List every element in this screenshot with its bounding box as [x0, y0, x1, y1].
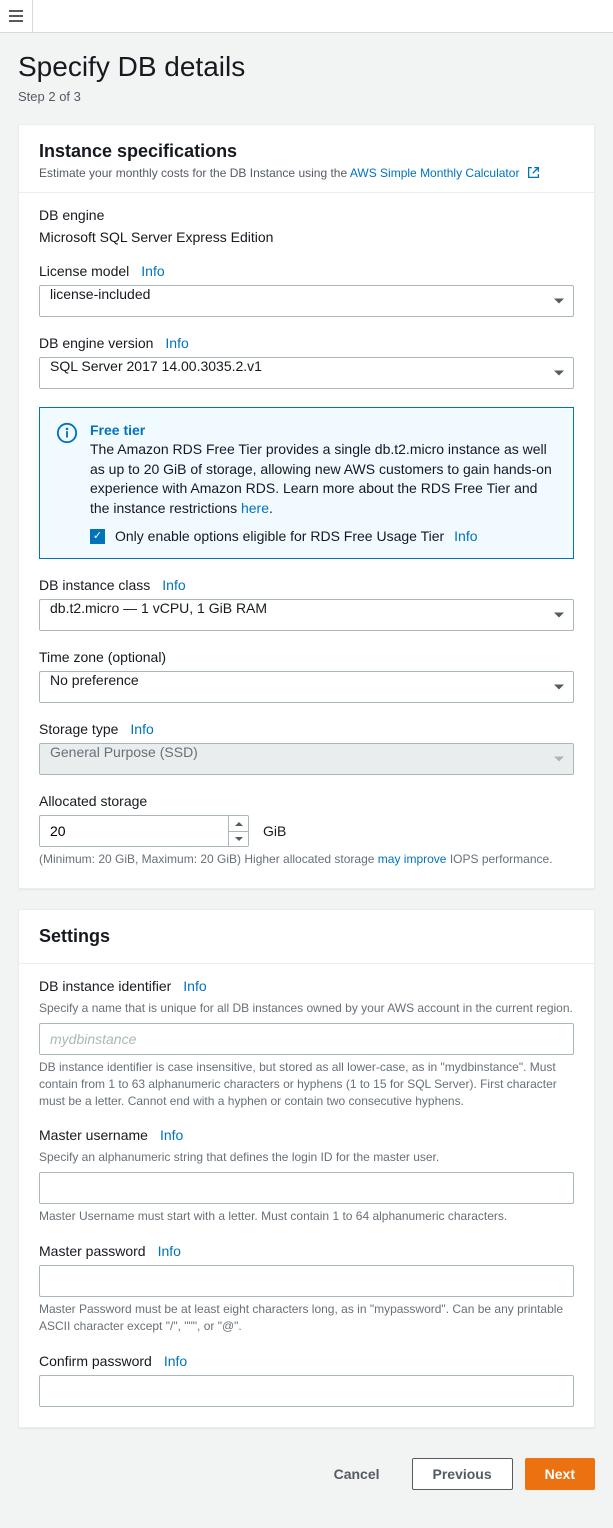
- step-indicator: Step 2 of 3: [18, 89, 595, 104]
- identifier-help: DB instance identifier is case insensiti…: [39, 1059, 574, 1109]
- may-improve-link[interactable]: may improve: [378, 852, 447, 866]
- free-tier-checkbox[interactable]: ✓: [90, 529, 105, 544]
- free-tier-checkbox-info-link[interactable]: Info: [454, 528, 477, 544]
- calculator-link[interactable]: AWS Simple Monthly Calculator: [350, 166, 520, 180]
- license-info-link[interactable]: Info: [141, 263, 164, 279]
- free-tier-title: Free tier: [90, 422, 557, 438]
- next-button[interactable]: Next: [525, 1458, 595, 1490]
- menu-button[interactable]: [0, 0, 33, 33]
- settings-title: Settings: [39, 926, 574, 947]
- external-link-icon: [527, 166, 540, 179]
- instance-class-label: DB instance class: [39, 577, 150, 593]
- cost-estimate-text: Estimate your monthly costs for the DB I…: [39, 166, 350, 180]
- allocated-help-text1: (Minimum: 20 GiB, Maximum: 20 GiB) Highe…: [39, 852, 378, 866]
- footer-actions: Cancel Previous Next: [18, 1448, 595, 1510]
- username-input[interactable]: [39, 1172, 574, 1204]
- cancel-button[interactable]: Cancel: [314, 1458, 400, 1490]
- engine-version-label: DB engine version: [39, 335, 153, 351]
- password-help: Master Password must be at least eight c…: [39, 1301, 574, 1335]
- stepper-up-button[interactable]: [229, 816, 248, 832]
- free-tier-desc: The Amazon RDS Free Tier provides a sing…: [90, 441, 552, 516]
- settings-panel: Settings DB instance identifier Info Spe…: [18, 909, 595, 1427]
- license-model-select[interactable]: license-included: [39, 285, 574, 317]
- instance-class-select[interactable]: db.t2.micro — 1 vCPU, 1 GiB RAM: [39, 599, 574, 631]
- triangle-down-icon: [235, 837, 243, 841]
- triangle-up-icon: [235, 822, 243, 826]
- top-bar: [0, 0, 613, 33]
- identifier-label: DB instance identifier: [39, 978, 171, 994]
- instance-spec-panel: Instance specifications Estimate your mo…: [18, 124, 595, 889]
- identifier-desc: Specify a name that is unique for all DB…: [39, 1000, 574, 1017]
- username-help: Master Username must start with a letter…: [39, 1208, 574, 1225]
- instance-spec-title: Instance specifications: [39, 141, 574, 162]
- page-title: Specify DB details: [18, 51, 595, 83]
- info-icon: [56, 422, 78, 444]
- allocated-storage-label: Allocated storage: [39, 793, 147, 809]
- identifier-input[interactable]: [39, 1023, 574, 1055]
- confirm-password-label: Confirm password: [39, 1353, 152, 1369]
- free-tier-checkbox-label: Only enable options eligible for RDS Fre…: [115, 528, 444, 544]
- instance-spec-subtitle: Estimate your monthly costs for the DB I…: [39, 166, 574, 180]
- previous-button[interactable]: Previous: [412, 1458, 513, 1490]
- allocated-storage-help: (Minimum: 20 GiB, Maximum: 20 GiB) Highe…: [39, 851, 574, 868]
- engine-version-info-link[interactable]: Info: [165, 335, 188, 351]
- free-tier-text: The Amazon RDS Free Tier provides a sing…: [90, 440, 557, 518]
- username-label: Master username: [39, 1127, 148, 1143]
- password-info-link[interactable]: Info: [158, 1243, 181, 1259]
- timezone-select[interactable]: No preference: [39, 671, 574, 703]
- instance-class-info-link[interactable]: Info: [162, 577, 185, 593]
- storage-type-select: General Purpose (SSD): [39, 743, 574, 775]
- db-engine-value: Microsoft SQL Server Express Edition: [39, 229, 574, 245]
- timezone-label: Time zone (optional): [39, 649, 166, 665]
- hamburger-icon: [9, 10, 23, 22]
- allocated-help-text2: IOPS performance.: [446, 852, 552, 866]
- db-engine-label: DB engine: [39, 207, 574, 223]
- confirm-password-input[interactable]: [39, 1375, 574, 1407]
- free-tier-info-box: Free tier The Amazon RDS Free Tier provi…: [39, 407, 574, 559]
- username-desc: Specify an alphanumeric string that defi…: [39, 1149, 574, 1166]
- password-input[interactable]: [39, 1265, 574, 1297]
- confirm-password-info-link[interactable]: Info: [164, 1353, 187, 1369]
- username-info-link[interactable]: Info: [160, 1127, 183, 1143]
- allocated-storage-input[interactable]: [39, 815, 249, 847]
- license-model-label: License model: [39, 263, 129, 279]
- checkmark-icon: ✓: [93, 531, 102, 542]
- stepper-down-button[interactable]: [229, 832, 248, 847]
- password-label: Master password: [39, 1243, 146, 1259]
- storage-unit: GiB: [263, 823, 286, 839]
- storage-type-info-link[interactable]: Info: [130, 721, 153, 737]
- free-tier-here-link[interactable]: here: [241, 500, 269, 516]
- identifier-info-link[interactable]: Info: [183, 978, 206, 994]
- engine-version-select[interactable]: SQL Server 2017 14.00.3035.2.v1: [39, 357, 574, 389]
- storage-type-label: Storage type: [39, 721, 118, 737]
